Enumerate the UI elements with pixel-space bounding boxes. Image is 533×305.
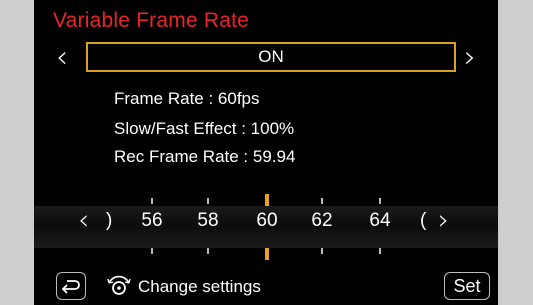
page-title: Variable Frame Rate — [53, 9, 249, 32]
dial-tick — [379, 198, 381, 204]
chevron-right-icon[interactable]: › — [464, 43, 476, 73]
dial-tick — [151, 198, 153, 204]
dial-tick — [379, 248, 381, 254]
slow-fast-effect-info: Slow/Fast Effect : 100% — [114, 119, 295, 138]
set-button[interactable]: Set — [444, 272, 490, 300]
rec-frame-rate-info: Rec Frame Rate : 59.94 — [114, 147, 296, 166]
dial-left-arrow-icon[interactable]: ‹ — [78, 206, 89, 234]
setting-value-selector[interactable]: ON — [86, 42, 456, 72]
camera-menu-screen: Variable Frame Rate ‹ ON › Frame Rate : … — [34, 0, 498, 305]
dial-value-partial: ( — [420, 210, 427, 231]
setting-value: ON — [258, 47, 284, 66]
dial-value: 62 — [311, 210, 333, 231]
chevron-left-icon[interactable]: ‹ — [56, 43, 68, 73]
dial-value: 56 — [141, 210, 163, 231]
dial-tick — [151, 248, 153, 254]
left-bezel — [0, 0, 34, 305]
back-button[interactable] — [56, 272, 86, 300]
dial-tick — [207, 198, 209, 204]
frame-rate-dial[interactable]: ‹ ) 56 58 60 62 64 ( › — [34, 192, 498, 262]
dial-tick — [207, 248, 209, 254]
right-bezel — [499, 0, 533, 305]
footer-bar: Change settings Set — [34, 270, 498, 305]
dial-tick — [321, 198, 323, 204]
dial-value-partial: ) — [106, 210, 113, 231]
selected-marker-top — [265, 194, 269, 206]
dial-value: 64 — [369, 210, 391, 231]
rear-dial-icon — [107, 275, 131, 295]
frame-rate-info: Frame Rate : 60fps — [114, 89, 260, 108]
return-icon — [61, 280, 80, 294]
dial-value-selected: 60 — [256, 210, 278, 231]
change-settings-label: Change settings — [138, 277, 261, 296]
dial-value: 58 — [197, 210, 219, 231]
dial-right-arrow-icon[interactable]: › — [438, 206, 449, 234]
selected-marker-bottom — [265, 248, 269, 260]
dial-tick — [321, 248, 323, 254]
